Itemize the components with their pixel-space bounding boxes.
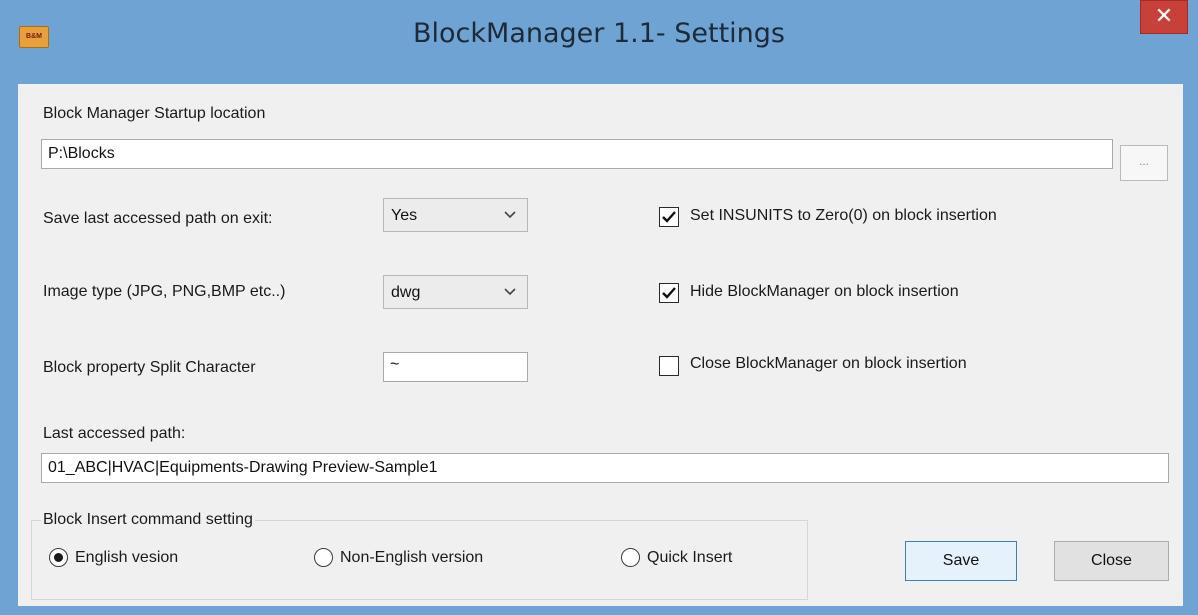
chevron-down-icon <box>504 288 516 296</box>
last-path-label: Last accessed path: <box>43 425 186 442</box>
image-type-dropdown[interactable]: dwg <box>383 275 528 309</box>
checkmark-icon <box>662 211 676 223</box>
startup-location-label: Block Manager Startup location <box>43 105 266 122</box>
insunits-checkbox[interactable] <box>659 207 679 227</box>
close-on-insert-label[interactable]: Close BlockManager on block insertion <box>690 355 967 373</box>
english-version-label[interactable]: English vesion <box>75 549 178 567</box>
hide-on-insert-label[interactable]: Hide BlockManager on block insertion <box>690 283 959 301</box>
settings-panel: Block Manager Startup location P:\Blocks… <box>18 84 1183 606</box>
insunits-label[interactable]: Set INSUNITS to Zero(0) on block inserti… <box>690 207 997 225</box>
save-path-dropdown[interactable]: Yes <box>383 198 528 232</box>
split-char-input[interactable]: ~ <box>383 352 528 382</box>
close-window-button[interactable]: ✕ <box>1140 0 1188 34</box>
settings-window: B&M BlockManager 1.1- Settings ✕ Block M… <box>0 0 1198 615</box>
quick-insert-radio[interactable] <box>621 548 640 567</box>
split-char-label: Block property Split Character <box>43 359 256 376</box>
insert-command-group-title: Block Insert command setting <box>41 511 255 529</box>
window-title: BlockManager 1.1- Settings <box>413 18 785 49</box>
checkmark-icon <box>662 287 676 299</box>
image-type-value: dwg <box>391 284 421 301</box>
close-on-insert-checkbox[interactable] <box>659 356 679 376</box>
browse-button[interactable]: ... <box>1120 145 1168 181</box>
last-path-input[interactable]: 01_ABC|HVAC|Equipments-Drawing Preview-S… <box>41 453 1169 483</box>
non-english-version-radio[interactable] <box>314 548 333 567</box>
quick-insert-label[interactable]: Quick Insert <box>647 549 732 567</box>
close-button[interactable]: Close <box>1054 541 1169 581</box>
chevron-down-icon <box>504 211 516 219</box>
non-english-version-label[interactable]: Non-English version <box>340 549 483 567</box>
radio-selected-dot <box>54 553 63 562</box>
title-bar[interactable]: B&M BlockManager 1.1- Settings ✕ <box>0 0 1198 84</box>
startup-location-input[interactable]: P:\Blocks <box>41 139 1113 169</box>
save-path-value: Yes <box>391 207 418 224</box>
save-path-label: Save last accessed path on exit: <box>43 210 273 227</box>
hide-on-insert-checkbox[interactable] <box>659 283 679 303</box>
image-type-label: Image type (JPG, PNG,BMP etc..) <box>43 283 286 300</box>
english-version-radio[interactable] <box>49 548 68 567</box>
save-button[interactable]: Save <box>905 541 1017 581</box>
